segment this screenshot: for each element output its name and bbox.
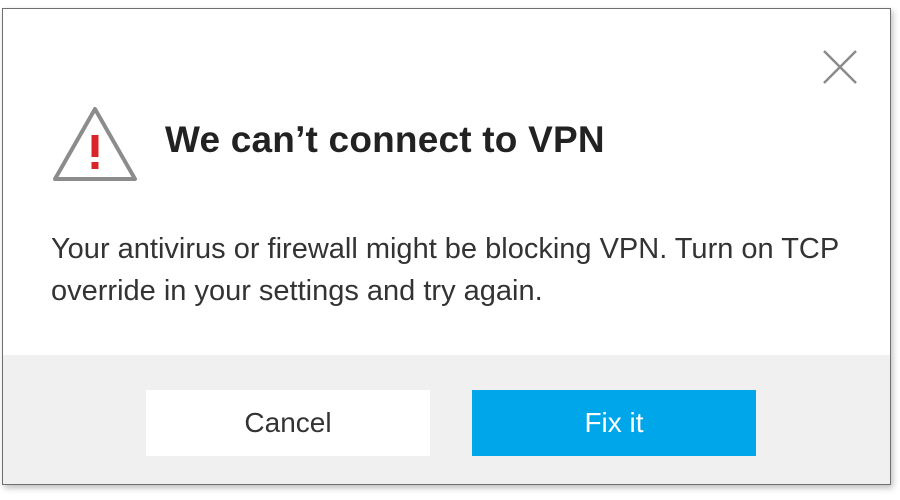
dialog-message: Your antivirus or firewall might be bloc…: [51, 233, 839, 307]
warning-triangle-icon: [51, 105, 139, 183]
cancel-button[interactable]: Cancel: [146, 390, 430, 456]
vpn-error-dialog: We can’t connect to VPN Your antivirus o…: [2, 8, 891, 485]
dialog-title: We can’t connect to VPN: [165, 119, 605, 160]
close-icon: [823, 50, 857, 84]
fix-it-button[interactable]: Fix it: [472, 390, 756, 456]
dialog-footer: Cancel Fix it: [3, 355, 890, 484]
close-button[interactable]: [820, 47, 860, 87]
